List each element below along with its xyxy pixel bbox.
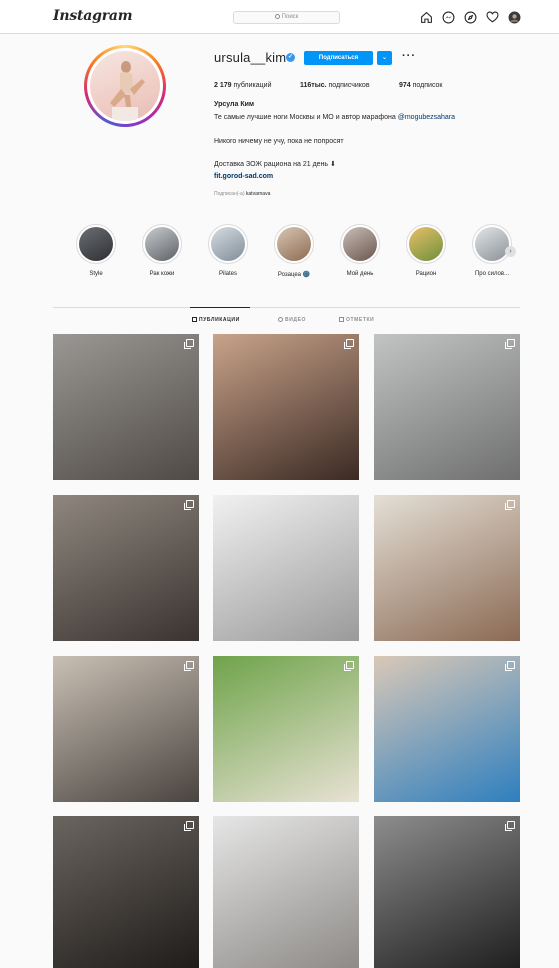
post-thumbnail[interactable] [213, 495, 359, 641]
instagram-logo[interactable]: Instagram [53, 8, 133, 24]
following-count-value: 974 [399, 82, 411, 89]
highlight-label: Рак кожи [149, 271, 175, 277]
followed-by-prefix: Подписан(-а) [214, 191, 245, 197]
carousel-icon [505, 339, 515, 349]
highlight-cover [277, 227, 311, 261]
tagged-icon [339, 317, 344, 322]
carousel-icon [505, 821, 515, 831]
post-thumbnail[interactable] [213, 334, 359, 480]
bio-line-3: Доставка ЗОЖ рациона на 21 день ⬇ [214, 161, 336, 168]
search-placeholder: Поиск [281, 14, 299, 20]
highlight-label: Про силов... [474, 271, 510, 277]
more-options-button[interactable]: ··· [402, 50, 416, 62]
followed-by[interactable]: Подписан(-а) katvarnava [214, 191, 270, 197]
carousel-icon [184, 339, 194, 349]
story-highlight[interactable]: Рацион [404, 224, 448, 277]
bio-mention-link[interactable]: @mogubezsahara [398, 114, 455, 121]
profile-avatar[interactable] [508, 11, 521, 24]
following-count-label: подписок [412, 82, 443, 89]
highlight-label: Розацеа 🌚 [277, 272, 311, 278]
following-count[interactable]: 974 подписок [399, 82, 443, 89]
tab-posts-label: ПУБЛИКАЦИИ [199, 317, 240, 323]
story-highlight[interactable]: Розацеа 🌚 [272, 224, 316, 278]
highlight-ring [340, 224, 380, 264]
followers-count-value: 116тыс. [300, 82, 327, 89]
bio-line-2: Никого ничему не учу, пока не попросят [214, 138, 344, 145]
highlight-ring [274, 224, 314, 264]
highlight-label: Рацион [415, 271, 437, 277]
post-thumbnail[interactable] [53, 334, 199, 480]
posts-count-label: публикаций [233, 82, 272, 89]
profile-photo [90, 51, 160, 121]
post-thumbnail[interactable] [53, 656, 199, 802]
suggestions-dropdown-button[interactable]: ⌄ [377, 51, 392, 65]
carousel-icon [344, 339, 354, 349]
highlight-cover [343, 227, 377, 261]
bio-line-1: Те самые лучшие ноги Москвы и МО и автор… [214, 113, 455, 122]
follow-button[interactable]: Подписаться [304, 51, 373, 65]
story-highlight[interactable]: Мой день [338, 224, 382, 277]
grid-icon [192, 317, 197, 322]
highlight-cover [211, 227, 245, 261]
post-thumbnail[interactable] [53, 495, 199, 641]
tab-posts[interactable]: ПУБЛИКАЦИИ [192, 317, 240, 323]
highlight-cover [475, 227, 509, 261]
highlight-ring [472, 224, 512, 264]
followers-count-label: подписчиков [328, 82, 370, 89]
verified-badge-icon: ✓ [286, 53, 295, 62]
highlight-cover [145, 227, 179, 261]
carousel-icon [184, 821, 194, 831]
highlight-ring [76, 224, 116, 264]
bio-text: Те самые лучшие ноги Москвы и МО и автор… [214, 114, 396, 121]
carousel-icon [344, 661, 354, 671]
post-thumbnail[interactable] [213, 816, 359, 968]
carousel-icon [505, 661, 515, 671]
search-icon [274, 14, 280, 19]
highlight-ring [208, 224, 248, 264]
explore-icon[interactable] [464, 11, 477, 24]
profile-avatar-ring[interactable] [84, 45, 166, 127]
tab-video-label: ВИДЕО [285, 317, 306, 323]
posts-count-value: 2 179 [214, 82, 232, 89]
post-thumbnail[interactable] [374, 495, 520, 641]
post-thumbnail[interactable] [53, 816, 199, 968]
post-thumbnail[interactable] [374, 816, 520, 968]
post-thumbnail[interactable] [374, 656, 520, 802]
post-thumbnail[interactable] [213, 656, 359, 802]
tabs-divider [53, 307, 520, 308]
highlights-next-button[interactable]: › [505, 246, 516, 257]
followed-by-user: katvarnava [245, 191, 271, 197]
active-tab-indicator [190, 307, 250, 308]
heart-icon[interactable] [486, 11, 499, 24]
home-icon[interactable] [420, 11, 433, 24]
highlight-cover [79, 227, 113, 261]
messenger-icon[interactable] [442, 11, 455, 24]
posts-count: 2 179 публикаций [214, 82, 271, 89]
profile-username: ursula__kim [214, 50, 287, 65]
top-navbar: Instagram Поиск [0, 0, 559, 34]
tab-tagged[interactable]: ОТМЕТКИ [339, 317, 374, 323]
carousel-icon [184, 661, 194, 671]
highlight-label: Pilates [218, 271, 237, 277]
search-input[interactable]: Поиск [233, 11, 340, 24]
highlight-label: Style [89, 271, 103, 277]
followers-count[interactable]: 116тыс. подписчиков [300, 82, 370, 89]
tab-video[interactable]: ВИДЕО [278, 317, 306, 323]
highlight-label: Мой день [346, 271, 374, 277]
story-highlight[interactable]: Рак кожи [140, 224, 184, 277]
bio-website-link[interactable]: fit.gorod-sad.com [214, 172, 273, 181]
profile-full-name: Урсула Ким [214, 101, 255, 108]
highlight-cover [409, 227, 443, 261]
highlight-ring [406, 224, 446, 264]
story-highlight[interactable]: Pilates [206, 224, 250, 277]
carousel-icon [184, 500, 194, 510]
story-highlight[interactable]: Style [74, 224, 118, 277]
post-thumbnail[interactable] [374, 334, 520, 480]
profile-avatar-frame [87, 48, 163, 124]
tab-tagged-label: ОТМЕТКИ [346, 317, 375, 323]
highlight-ring [142, 224, 182, 264]
video-icon [278, 317, 283, 322]
carousel-icon [505, 500, 515, 510]
